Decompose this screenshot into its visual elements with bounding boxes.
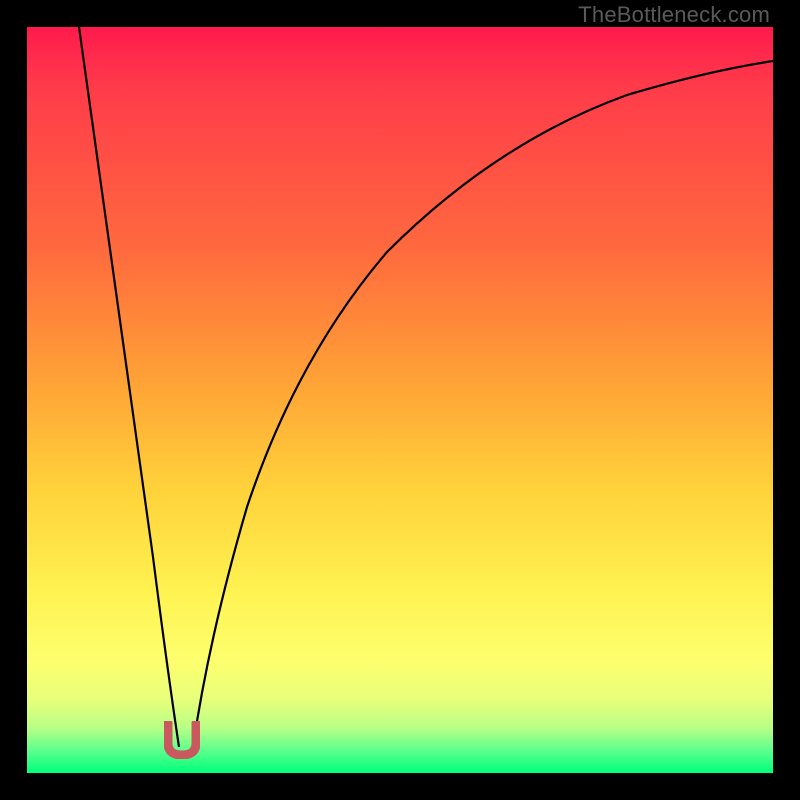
- chart-frame: [27, 27, 773, 773]
- attribution-text: TheBottleneck.com: [578, 2, 770, 28]
- gradient-background: [27, 27, 773, 773]
